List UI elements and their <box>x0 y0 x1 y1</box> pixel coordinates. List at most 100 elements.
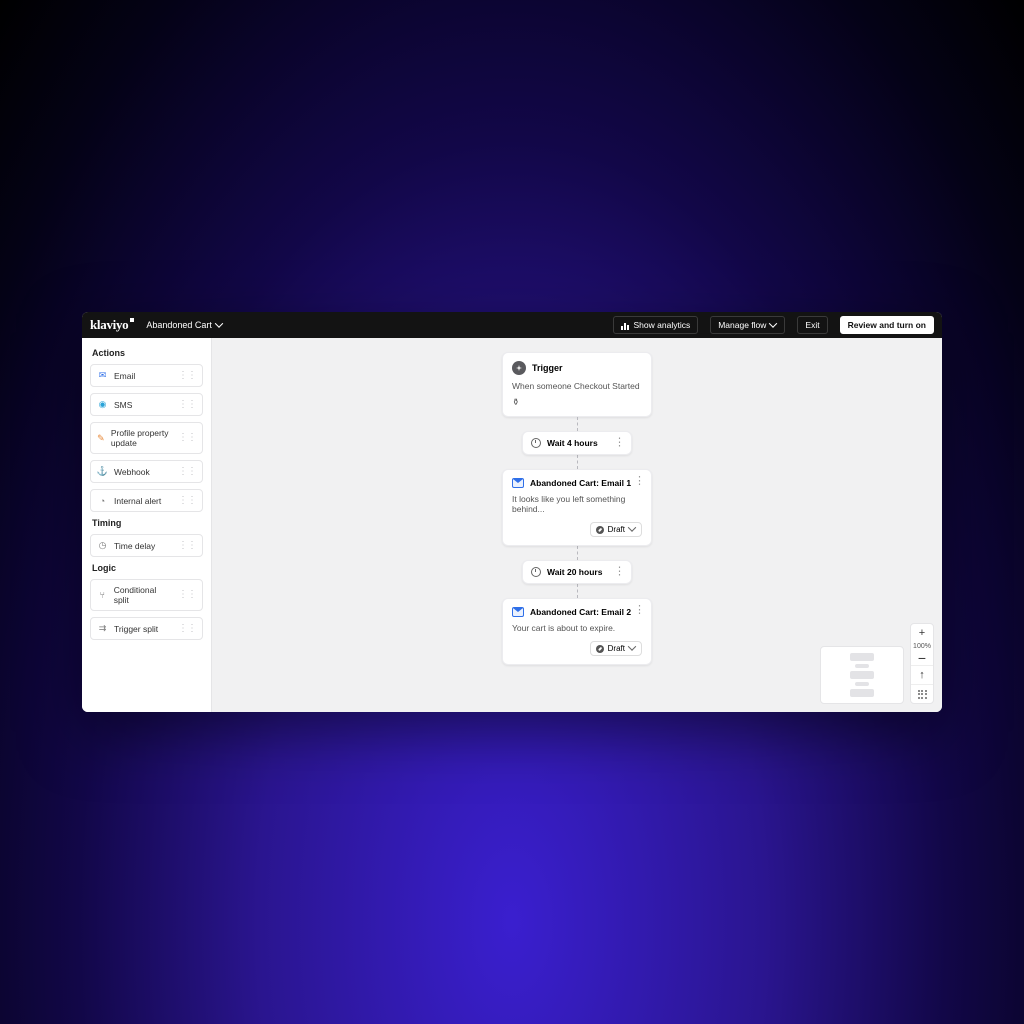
wait-label: Wait 20 hours <box>547 567 602 577</box>
flow-column: Trigger When someone Checkout Started ⚱ … <box>502 352 652 665</box>
connector <box>577 455 578 469</box>
clock-icon <box>531 567 541 577</box>
wait-label: Wait 4 hours <box>547 438 598 448</box>
manage-flow-label: Manage flow <box>718 320 766 330</box>
status-label: Draft <box>608 525 625 534</box>
trigger-node[interactable]: Trigger When someone Checkout Started ⚱ <box>502 352 652 417</box>
wait-node-2[interactable]: Wait 20 hours <box>522 560 632 584</box>
mail-icon <box>512 607 524 617</box>
flow-name-dropdown[interactable]: Abandoned Cart <box>146 320 223 330</box>
email-subject: Your cart is about to expire. <box>512 623 642 633</box>
sparkle-icon <box>512 361 526 375</box>
email-title: Abandoned Cart: Email 1 <box>530 478 631 488</box>
minimap-node <box>855 664 869 669</box>
trigger-title: Trigger <box>532 363 563 373</box>
item-label: Internal alert <box>114 496 161 506</box>
timing-item[interactable]: ◷ Time delay ⋮⋮ <box>90 534 203 557</box>
grip-icon: ⋮⋮ <box>178 590 196 600</box>
grip-icon: ⋮⋮ <box>178 467 196 477</box>
action-item[interactable]: ◔ Internal alert ⋮⋮ <box>90 489 203 512</box>
item-label: Conditional split <box>114 585 172 605</box>
status-dropdown[interactable]: Draft <box>590 522 642 537</box>
show-analytics-label: Show analytics <box>634 320 691 330</box>
manage-flow-button[interactable]: Manage flow <box>710 316 785 334</box>
section-title-logic: Logic <box>92 563 201 573</box>
email-icon: ✉ <box>97 370 108 381</box>
show-analytics-button[interactable]: Show analytics <box>613 316 699 334</box>
reset-view-button[interactable]: ↑ <box>911 666 933 684</box>
grid-icon <box>918 690 927 699</box>
grip-icon: ⋮⋮ <box>178 624 196 634</box>
time-delay-icon: ◷ <box>97 540 108 551</box>
grip-icon: ⋮⋮ <box>178 496 196 506</box>
status-label: Draft <box>608 644 625 653</box>
kebab-icon[interactable] <box>634 480 645 483</box>
minimap-node <box>850 653 874 661</box>
wait-node-1[interactable]: Wait 4 hours <box>522 431 632 455</box>
minimap[interactable] <box>820 646 904 704</box>
email-title: Abandoned Cart: Email 2 <box>530 607 631 617</box>
logic-item[interactable]: ⇉ Trigger split ⋮⋮ <box>90 617 203 640</box>
trigger-split-icon: ⇉ <box>97 623 108 634</box>
minimap-node <box>850 689 874 697</box>
connector <box>577 584 578 598</box>
action-item[interactable]: ✉ Email ⋮⋮ <box>90 364 203 387</box>
filter-icon: ⚱ <box>512 397 642 408</box>
exit-label: Exit <box>805 320 819 330</box>
review-turn-on-button[interactable]: Review and turn on <box>840 316 934 334</box>
section-title-timing: Timing <box>92 518 201 528</box>
item-label: SMS <box>114 400 132 410</box>
analytics-icon <box>621 321 630 330</box>
minimap-node <box>850 671 874 679</box>
item-label: Trigger split <box>114 624 158 634</box>
email-node-1[interactable]: Abandoned Cart: Email 1 It looks like yo… <box>502 469 652 546</box>
section-title-actions: Actions <box>92 348 201 358</box>
grip-icon: ⋮⋮ <box>178 541 196 551</box>
chevron-down-icon <box>629 645 636 652</box>
logic-item[interactable]: ⑂ Conditional split ⋮⋮ <box>90 579 203 611</box>
sms-icon: ◉ <box>97 399 108 410</box>
kebab-icon[interactable] <box>614 441 625 444</box>
webhook-icon: ⚓ <box>97 466 108 477</box>
zoom-out-button[interactable]: − <box>911 651 933 665</box>
email-node-2[interactable]: Abandoned Cart: Email 2 Your cart is abo… <box>502 598 652 665</box>
action-item[interactable]: ◉ SMS ⋮⋮ <box>90 393 203 416</box>
flow-canvas[interactable]: Trigger When someone Checkout Started ⚱ … <box>212 338 942 712</box>
draft-icon <box>596 526 604 534</box>
internal-alert-icon: ◔ <box>97 495 108 506</box>
item-label: Profile property update <box>111 428 172 448</box>
chevron-down-icon <box>629 526 636 533</box>
minimap-node <box>855 682 869 687</box>
top-bar: klaviyo Abandoned Cart Show analytics Ma… <box>82 312 942 338</box>
trigger-subtitle: When someone Checkout Started <box>512 381 642 391</box>
connector <box>577 417 578 431</box>
app-window: klaviyo Abandoned Cart Show analytics Ma… <box>82 312 942 712</box>
sidebar: Actions ✉ Email ⋮⋮ ◉ SMS ⋮⋮ ✎ Profile property … <box>82 338 212 712</box>
action-item[interactable]: ⚓ Webhook ⋮⋮ <box>90 460 203 483</box>
item-label: Email <box>114 371 135 381</box>
chevron-down-icon <box>216 322 223 329</box>
action-item[interactable]: ✎ Profile property update ⋮⋮ <box>90 422 203 454</box>
clock-icon <box>531 438 541 448</box>
draft-icon <box>596 645 604 653</box>
grip-icon: ⋮⋮ <box>178 433 196 443</box>
brand-logo: klaviyo <box>90 317 134 333</box>
profile-property-update-icon: ✎ <box>97 433 105 444</box>
review-label: Review and turn on <box>848 320 926 330</box>
status-dropdown[interactable]: Draft <box>590 641 642 656</box>
grip-icon: ⋮⋮ <box>178 400 196 410</box>
exit-button[interactable]: Exit <box>797 316 827 334</box>
kebab-icon[interactable] <box>614 570 625 573</box>
flow-name-label: Abandoned Cart <box>146 320 212 330</box>
grid-handle-button[interactable] <box>911 685 933 703</box>
item-label: Webhook <box>114 467 150 477</box>
grip-icon: ⋮⋮ <box>178 371 196 381</box>
chevron-down-icon <box>770 322 777 329</box>
zoom-controls: + 100% − ↑ <box>910 623 934 704</box>
mail-icon <box>512 478 524 488</box>
item-label: Time delay <box>114 541 155 551</box>
kebab-icon[interactable] <box>634 609 645 612</box>
conditional-split-icon: ⑂ <box>97 590 108 601</box>
zoom-in-button[interactable]: + <box>911 624 933 642</box>
connector <box>577 546 578 560</box>
